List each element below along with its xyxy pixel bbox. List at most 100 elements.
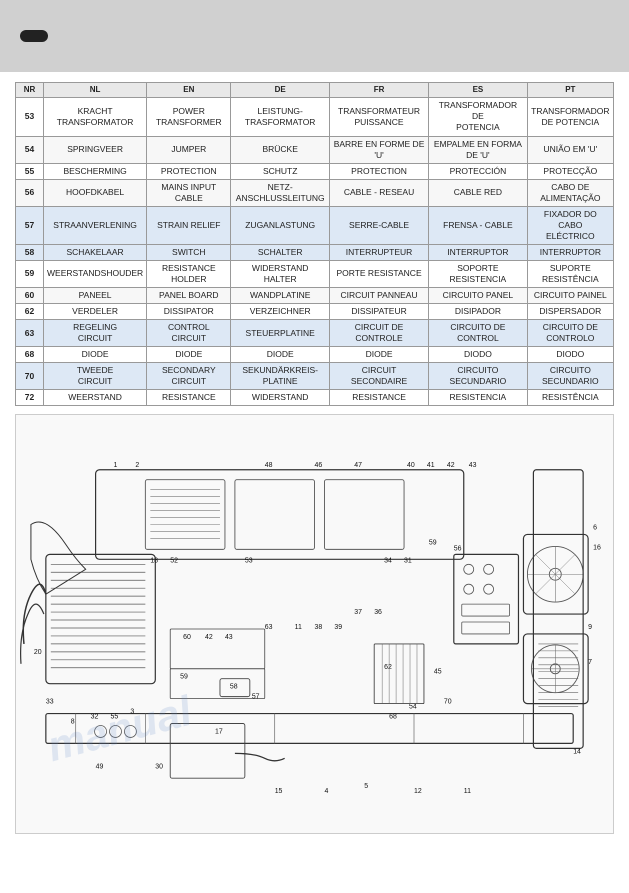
svg-text:12: 12 [414,789,422,796]
cell-pt: INTERRUPTOR [527,244,613,260]
svg-text:60: 60 [183,634,191,641]
svg-text:18: 18 [150,558,158,565]
exploded-diagram: 1 2 6 16 40 41 42 43 48 46 47 18 52 53 3… [16,415,613,833]
cell-fr: DISSIPATEUR [329,304,428,320]
cell-es: RESISTENCIA [429,390,528,406]
cell-nr: 62 [16,304,44,320]
col-header-nl: NL [44,83,147,98]
table-row: 62VERDELERDISSIPATORVERZEICHNERDISSIPATE… [16,304,614,320]
cell-nl: REGELING CIRCUIT [44,320,147,347]
svg-text:17: 17 [215,729,223,736]
svg-text:32: 32 [91,714,99,721]
svg-text:68: 68 [389,714,397,721]
table-row: 68DIODEDIODEDIODEDIODEDIODODIODO [16,347,614,363]
cell-nl: SCHAKELAAR [44,244,147,260]
cell-pt: DISPERSADOR [527,304,613,320]
svg-text:46: 46 [315,462,323,469]
cell-nl: WEERSTANDSHOUDER [44,260,147,287]
cell-nl: STRAANVERLENING [44,206,147,244]
svg-text:42: 42 [205,634,213,641]
svg-text:11: 11 [464,789,471,796]
svg-text:41: 41 [427,462,435,469]
svg-text:11: 11 [295,624,302,631]
cell-pt: PROTECÇÃO [527,163,613,179]
cell-nr: 57 [16,206,44,244]
cell-de: VERZEICHNER [231,304,330,320]
cell-en: STRAIN RELIEF [147,206,231,244]
cell-es: CIRCUITO PANEL [429,288,528,304]
svg-text:55: 55 [111,714,119,721]
cell-fr: INTERRUPTEUR [329,244,428,260]
cell-nr: 63 [16,320,44,347]
cell-es: CABLE RED [429,179,528,206]
svg-text:52: 52 [170,558,178,565]
svg-text:6: 6 [593,525,597,532]
cell-nr: 59 [16,260,44,287]
cell-en: CONTROL CIRCUIT [147,320,231,347]
cell-pt: DIODO [527,347,613,363]
cell-es: INTERRUPTOR [429,244,528,260]
cell-fr: TRANSFORMATEUR PUISSANCE [329,98,428,136]
cell-en: PROTECTION [147,163,231,179]
svg-text:59: 59 [180,674,188,681]
svg-text:53: 53 [245,558,253,565]
cell-pt: RESISTÊNCIA [527,390,613,406]
cell-en: RESISTANCE HOLDER [147,260,231,287]
cell-nl: TWEEDE CIRCUIT [44,363,147,390]
table-row: 58SCHAKELAARSWITCHSCHALTERINTERRUPTEURIN… [16,244,614,260]
svg-text:36: 36 [374,609,382,616]
table-row: 56HOOFDKABELMAINS INPUT CABLENETZ- ANSCH… [16,179,614,206]
svg-text:2: 2 [135,462,139,469]
svg-text:49: 49 [96,764,104,771]
cell-es: CIRCUITO SECUNDARIO [429,363,528,390]
svg-text:47: 47 [354,462,362,469]
svg-text:16: 16 [593,545,601,552]
logo-box [20,30,48,42]
cell-pt: CABO DE ALIMENTAÇÃO [527,179,613,206]
svg-text:43: 43 [469,462,477,469]
col-header-es: ES [429,83,528,98]
cell-nr: 54 [16,136,44,163]
cell-en: SWITCH [147,244,231,260]
svg-text:63: 63 [265,624,273,631]
cell-pt: FIXADOR DO CABO ELÉCTRICO [527,206,613,244]
svg-text:59: 59 [429,540,437,547]
svg-text:54: 54 [409,704,417,711]
cell-de: STEUERPLATINE [231,320,330,347]
cell-en: RESISTANCE [147,390,231,406]
cell-en: PANEL BOARD [147,288,231,304]
cell-de: SEKUNDÄRKREIS- PLATINE [231,363,330,390]
svg-text:3: 3 [130,709,134,716]
table-row: 54SPRINGVEERJUMPERBRÜCKEBARRE EN FORME D… [16,136,614,163]
cell-fr: CABLE - RESEAU [329,179,428,206]
cell-nl: SPRINGVEER [44,136,147,163]
cell-de: LEISTUNG- TRASFORMATOR [231,98,330,136]
cell-de: WIDERSTAND HALTER [231,260,330,287]
cell-fr: CIRCUIT SECONDAIRE [329,363,428,390]
svg-text:7: 7 [588,659,592,666]
svg-text:20: 20 [34,649,42,656]
cell-es: FRENSA - CABLE [429,206,528,244]
cell-es: CIRCUITO DE CONTROL [429,320,528,347]
svg-text:56: 56 [454,546,462,553]
svg-text:57: 57 [252,694,260,701]
cell-fr: PROTECTION [329,163,428,179]
svg-text:15: 15 [275,789,283,796]
cell-fr: RESISTANCE [329,390,428,406]
cell-fr: CIRCUIT DE CONTROLE [329,320,428,347]
cell-es: SOPORTE RESISTENCIA [429,260,528,287]
cell-en: POWER TRANSFORMER [147,98,231,136]
cell-en: SECONDARY CIRCUIT [147,363,231,390]
cell-nl: DIODE [44,347,147,363]
svg-text:43: 43 [225,634,233,641]
cell-fr: DIODE [329,347,428,363]
svg-text:31: 31 [404,558,412,565]
parts-table: NRNLENDEFRESPT 53KRACHT TRANSFORMATORPOW… [15,82,614,406]
table-row: 53KRACHT TRANSFORMATORPOWER TRANSFORMERL… [16,98,614,136]
cell-de: WANDPLATINE [231,288,330,304]
cell-es: PROTECCIÓN [429,163,528,179]
svg-text:5: 5 [364,784,368,791]
cell-pt: SUPORTE RESISTÊNCIA [527,260,613,287]
cell-de: NETZ- ANSCHLUSSLEITUNG [231,179,330,206]
cell-nl: KRACHT TRANSFORMATOR [44,98,147,136]
